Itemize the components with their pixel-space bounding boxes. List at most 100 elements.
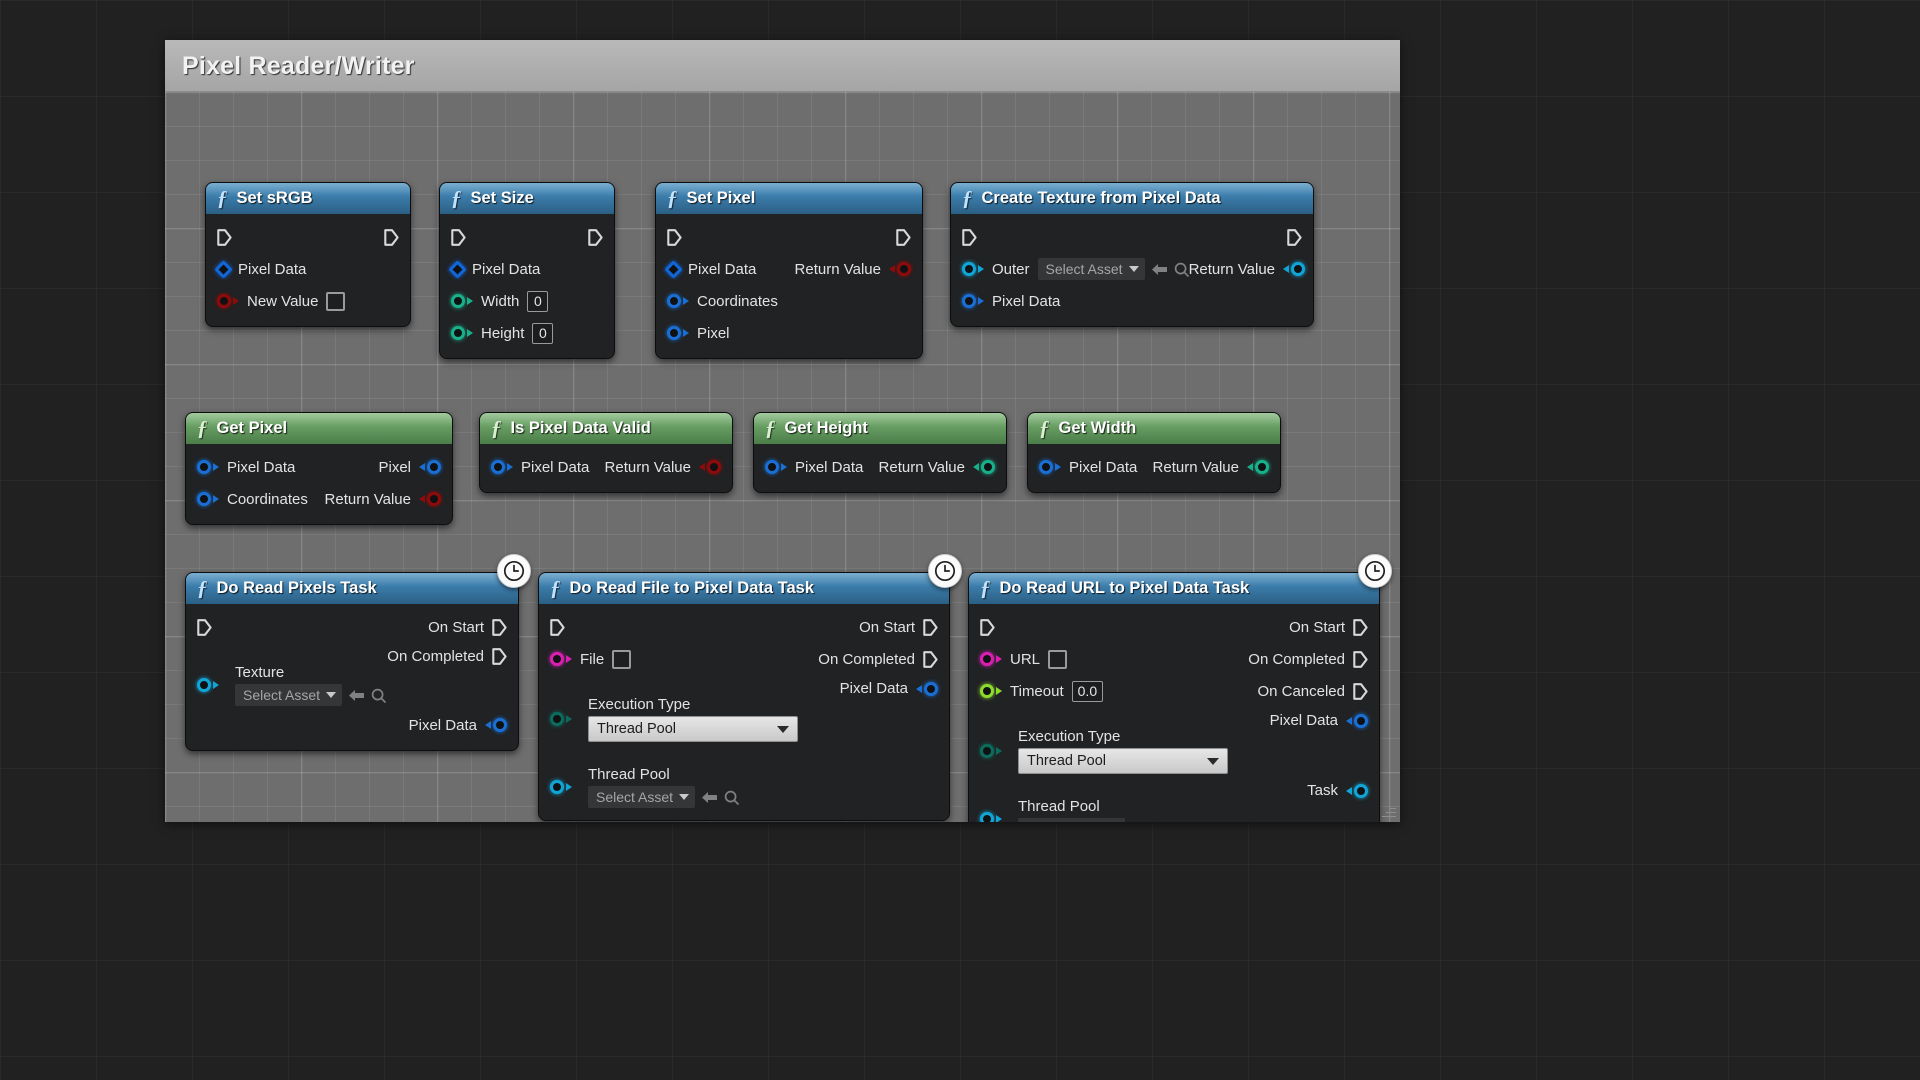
data-pin[interactable] <box>197 678 219 692</box>
data-pin[interactable] <box>980 652 1002 666</box>
blueprint-graph-canvas[interactable]: ƒ Set sRGB Pixel Data New Value ƒ Set Size Pix… <box>165 92 1400 822</box>
data-pin[interactable] <box>962 262 984 276</box>
select-asset-dropdown[interactable]: Select Asset <box>1018 818 1126 822</box>
node-set-pixel[interactable]: ƒ Set Pixel Pixel Data Return Value Coordina… <box>655 182 923 359</box>
resize-grip-icon[interactable] <box>1380 803 1396 819</box>
asset-picker[interactable]: Select Asset <box>1018 818 1169 822</box>
execution-type-value: Thread Pool <box>1027 753 1106 769</box>
exec-pin-in[interactable] <box>667 228 682 246</box>
asset-picker[interactable]: Select Asset <box>235 684 386 706</box>
exec-pin[interactable] <box>492 648 507 665</box>
data-pin[interactable] <box>1039 460 1061 474</box>
data-pin[interactable] <box>197 460 219 474</box>
data-pin[interactable] <box>889 262 911 276</box>
node-do-read-url-to-pixel-data-task[interactable]: ƒ Do Read URL to Pixel Data Task On Start U… <box>968 572 1380 822</box>
data-pin[interactable] <box>980 744 1002 758</box>
data-pin[interactable] <box>916 681 938 696</box>
node-header[interactable]: ƒ Do Read File to Pixel Data Task <box>539 573 949 604</box>
exec-pin-out[interactable] <box>384 228 399 246</box>
data-pin[interactable] <box>217 294 239 308</box>
data-pin[interactable] <box>980 812 1002 822</box>
node-get-height[interactable]: ƒ Get Height Pixel Data Return Value <box>753 412 1007 493</box>
node-title: Get Height <box>784 419 868 437</box>
data-pin[interactable] <box>973 460 995 474</box>
node-pin-row: Pixel Data Return Value <box>1028 451 1280 483</box>
node-create-texture-from-pixel-data[interactable]: ƒ Create Texture from Pixel Data Outer Sele… <box>950 182 1314 327</box>
number-input[interactable]: 0 <box>532 322 554 344</box>
node-is-pixel-data-valid[interactable]: ƒ Is Pixel Data Valid Pixel Data Return Val… <box>479 412 733 493</box>
exec-pin-in[interactable] <box>550 618 565 636</box>
select-asset-dropdown[interactable]: Select Asset <box>1037 258 1145 280</box>
data-pin[interactable] <box>550 712 572 726</box>
data-pin[interactable] <box>1346 713 1368 728</box>
node-header[interactable]: ƒ Get Width <box>1028 413 1280 444</box>
exec-pin[interactable] <box>1353 618 1368 636</box>
pin-label: Pixel Data <box>1269 712 1338 729</box>
checkbox-input[interactable] <box>612 649 632 669</box>
exec-pin-in[interactable] <box>451 228 466 246</box>
exec-pin-out[interactable] <box>1287 228 1302 246</box>
exec-pin-in[interactable] <box>197 618 212 636</box>
panel-title-bar[interactable]: Pixel Reader/Writer <box>165 40 1400 92</box>
data-pin[interactable] <box>550 652 572 666</box>
data-pin[interactable] <box>485 718 507 732</box>
data-pin[interactable] <box>491 460 513 474</box>
exec-pin[interactable] <box>923 618 938 636</box>
data-pin[interactable] <box>962 294 984 308</box>
node-title: Do Read Pixels Task <box>216 579 377 597</box>
asset-picker[interactable]: Select Asset <box>588 786 739 808</box>
pin-label: Execution Type <box>1018 728 1121 745</box>
number-input[interactable]: 0 <box>527 290 549 312</box>
exec-pin-in[interactable] <box>962 228 977 246</box>
node-header[interactable]: ƒ Is Pixel Data Valid <box>480 413 732 444</box>
data-pin[interactable] <box>1247 460 1269 474</box>
execution-type-dropdown[interactable]: Thread Pool <box>588 716 798 742</box>
node-header[interactable]: ƒ Get Pixel <box>186 413 452 444</box>
data-pin[interactable] <box>550 780 572 794</box>
data-pin[interactable] <box>197 492 219 506</box>
node-header[interactable]: ƒ Do Read URL to Pixel Data Task <box>969 573 1379 604</box>
data-pin[interactable] <box>664 259 683 279</box>
exec-pin-out[interactable] <box>896 228 911 246</box>
node-get-width[interactable]: ƒ Get Width Pixel Data Return Value <box>1027 412 1281 493</box>
asset-picker[interactable]: Select Asset <box>1037 258 1189 280</box>
data-pin[interactable] <box>667 326 689 340</box>
data-pin[interactable] <box>451 294 473 308</box>
node-header[interactable]: ƒ Set Size <box>440 183 614 214</box>
data-pin[interactable] <box>1346 783 1368 798</box>
data-pin[interactable] <box>419 460 441 474</box>
checkbox-input[interactable] <box>1048 649 1068 669</box>
node-do-read-pixels-task[interactable]: ƒ Do Read Pixels Task On Start Texture Selec… <box>185 572 519 751</box>
node-do-read-file-to-pixel-data-task[interactable]: ƒ Do Read File to Pixel Data Task On Start… <box>538 572 950 821</box>
exec-pin-out[interactable] <box>588 228 603 246</box>
number-input[interactable]: 0.0 <box>1071 680 1104 702</box>
execution-type-dropdown[interactable]: Thread Pool <box>1018 748 1228 774</box>
node-header[interactable]: ƒ Set Pixel <box>656 183 922 214</box>
node-header[interactable]: ƒ Create Texture from Pixel Data <box>951 183 1313 214</box>
node-get-pixel[interactable]: ƒ Get Pixel Pixel Data Pixel Coordinates Retu… <box>185 412 453 525</box>
node-header[interactable]: ƒ Get Height <box>754 413 1006 444</box>
data-pin[interactable] <box>1283 262 1306 276</box>
exec-pin[interactable] <box>923 650 938 668</box>
data-pin[interactable] <box>699 460 721 474</box>
node-header[interactable]: ƒ Do Read Pixels Task <box>186 573 518 604</box>
select-asset-dropdown[interactable]: Select Asset <box>588 786 696 808</box>
select-asset-dropdown[interactable]: Select Asset <box>235 684 343 706</box>
node-set-size[interactable]: ƒ Set Size Pixel Data Width 0 Height 0 <box>439 182 615 359</box>
data-pin[interactable] <box>980 684 1002 698</box>
exec-pin[interactable] <box>492 618 507 636</box>
checkbox-input[interactable] <box>326 291 346 311</box>
node-set-srgb[interactable]: ƒ Set sRGB Pixel Data New Value <box>205 182 411 327</box>
data-pin[interactable] <box>667 294 689 308</box>
node-title: Do Read File to Pixel Data Task <box>569 579 815 597</box>
exec-pin[interactable] <box>1353 650 1368 668</box>
data-pin[interactable] <box>448 259 467 279</box>
data-pin[interactable] <box>214 259 233 279</box>
data-pin[interactable] <box>419 492 441 506</box>
exec-pin-in[interactable] <box>980 618 995 636</box>
data-pin[interactable] <box>451 326 473 340</box>
exec-pin-in[interactable] <box>217 228 232 246</box>
data-pin[interactable] <box>765 460 787 474</box>
node-header[interactable]: ƒ Set sRGB <box>206 183 410 214</box>
exec-pin[interactable] <box>1353 682 1368 700</box>
